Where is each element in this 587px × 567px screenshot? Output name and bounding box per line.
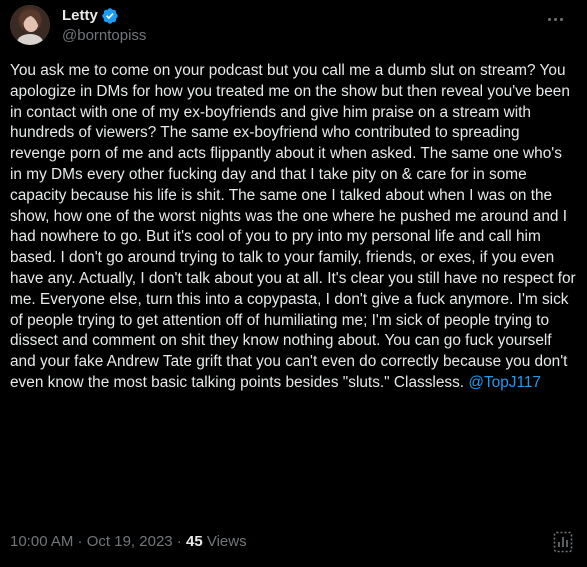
- avatar-photo-icon: [10, 5, 50, 45]
- analytics-icon[interactable]: [553, 531, 573, 553]
- meta-separator: ·: [73, 533, 87, 550]
- verified-badge-icon[interactable]: [101, 7, 119, 25]
- tweet-text: You ask me to come on your podcast but y…: [10, 61, 577, 394]
- tweet-header: Letty @borntopiss: [10, 5, 577, 45]
- more-dot: [547, 17, 551, 21]
- author-names: Letty @borntopiss: [62, 7, 146, 46]
- tweet-container: Letty @borntopiss You ask me to come on …: [0, 0, 587, 567]
- more-dot: [559, 17, 563, 21]
- author-handle[interactable]: @borntopiss: [62, 26, 146, 46]
- mention-link[interactable]: @TopJ117: [468, 374, 541, 391]
- author-display-name[interactable]: Letty: [62, 7, 98, 25]
- tweet-body: You ask me to come on your podcast but y…: [10, 62, 576, 391]
- views-count: 45: [185, 533, 203, 550]
- tweet-meta: 10:00 AM · Oct 19, 2023 · 45 Views: [10, 532, 247, 552]
- meta-separator: ·: [172, 533, 186, 550]
- tweet-date[interactable]: Oct 19, 2023: [87, 533, 173, 550]
- name-row: Letty: [62, 7, 146, 25]
- more-dot: [553, 17, 557, 21]
- avatar[interactable]: [10, 5, 50, 45]
- views-label: Views: [202, 533, 247, 550]
- more-options-button[interactable]: [543, 9, 567, 29]
- tweet-time[interactable]: 10:00 AM: [10, 533, 73, 550]
